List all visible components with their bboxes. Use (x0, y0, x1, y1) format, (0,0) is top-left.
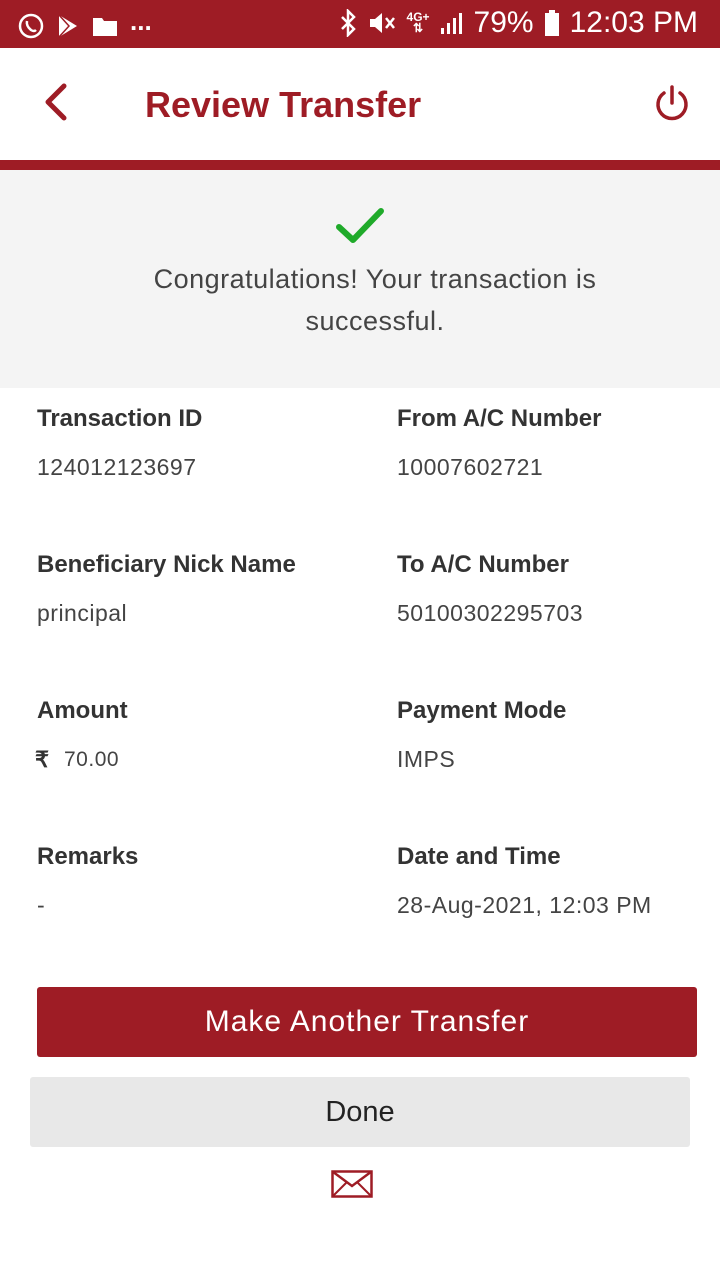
to-ac-label: To A/C Number (397, 551, 569, 578)
to-ac-value: 50100302295703 (397, 600, 584, 626)
beneficiary-label: Beneficiary Nick Name (37, 551, 296, 578)
checkmark-icon (336, 208, 384, 243)
from-ac-label: From A/C Number (397, 405, 602, 432)
play-store-icon (58, 13, 77, 38)
payment-mode-value: IMPS (397, 746, 456, 772)
bluetooth-icon (340, 9, 356, 37)
remarks-value: - (37, 892, 46, 918)
rupee-icon: ₹ (35, 747, 49, 772)
amount-label: Amount (37, 697, 128, 724)
chevron-left-icon (45, 83, 67, 121)
transaction-id-label: Transaction ID (37, 405, 203, 432)
back-button[interactable] (38, 80, 78, 128)
amount-value: 70.00 (64, 748, 120, 771)
mail-icon[interactable] (331, 1170, 373, 1198)
notification-overflow-dots: ... (130, 6, 152, 36)
done-button[interactable]: Done (30, 1077, 690, 1147)
transaction-id-value: 124012123697 (37, 454, 197, 480)
page-title: Review Transfer (145, 84, 422, 125)
signal-icon (440, 13, 462, 34)
header-divider (0, 160, 720, 170)
remarks-label: Remarks (37, 843, 139, 870)
network-arrows: ⇅ (412, 21, 424, 35)
status-bar: ... 4G+ ⇅ 79% 12:03 PM (0, 0, 720, 48)
from-ac-value: 10007602721 (397, 454, 544, 480)
payment-mode-label: Payment Mode (397, 697, 567, 724)
beneficiary-value: principal (37, 600, 128, 626)
power-icon (656, 85, 688, 121)
datetime-label: Date and Time (397, 843, 561, 870)
datetime-value: 28-Aug-2021, 12:03 PM (397, 892, 652, 918)
success-banner: Congratulations! Your transaction is suc… (0, 170, 720, 388)
battery-icon (544, 10, 559, 36)
status-time: 12:03 PM (569, 6, 698, 39)
logout-button[interactable] (652, 84, 692, 124)
make-another-transfer-button[interactable]: Make Another Transfer (37, 987, 697, 1057)
status-bar-right: 4G+ ⇅ 79% 12:03 PM (339, 6, 698, 40)
battery-percent: 79% (473, 6, 534, 39)
success-message: Congratulations! Your transaction is suc… (153, 264, 597, 336)
folder-icon (93, 17, 117, 36)
mute-icon (369, 13, 395, 33)
app-bar: Review Transfer (0, 48, 720, 160)
network-4g-icon: 4G+ ⇅ (407, 11, 430, 35)
whatsapp-icon (18, 13, 44, 38)
status-bar-left: ... (18, 6, 152, 41)
